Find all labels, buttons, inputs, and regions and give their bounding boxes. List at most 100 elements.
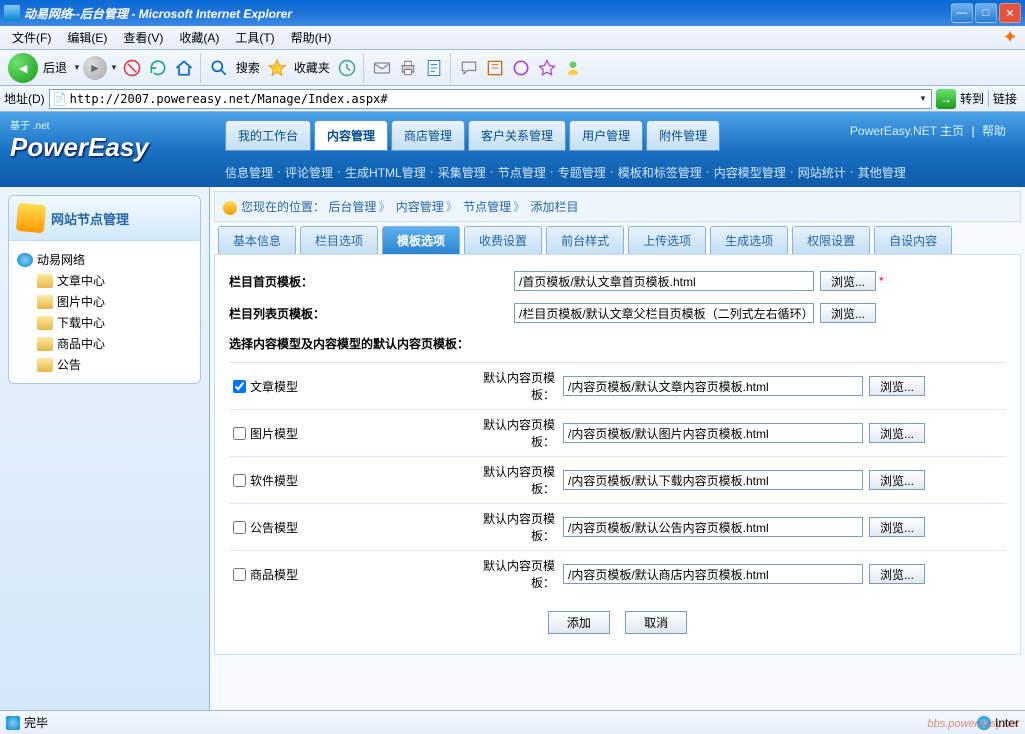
check-notice[interactable] [233, 521, 246, 534]
tree-item-article[interactable]: 文章中心 [17, 270, 192, 291]
refresh-button[interactable] [146, 56, 170, 80]
app-header: 基于 .net PowerEasy PowerEasy.NET 主页 | 帮助 … [0, 112, 1025, 187]
minimize-button[interactable]: — [951, 3, 973, 23]
submit-button[interactable]: 添加 [548, 611, 610, 634]
ctab-generate[interactable]: 生成选项 [710, 226, 788, 254]
menu-tools[interactable]: 工具(T) [227, 27, 282, 48]
history-button[interactable] [335, 56, 359, 80]
subnav-model[interactable]: 内容模型管理 [714, 164, 786, 181]
crumb-1[interactable]: 内容管理 [396, 200, 444, 214]
menu-file[interactable]: 文件(F) [4, 27, 59, 48]
location-icon [223, 201, 237, 215]
ctab-charge[interactable]: 收费设置 [464, 226, 542, 254]
check-software[interactable] [233, 474, 246, 487]
check-product[interactable] [233, 568, 246, 581]
browse-notice-button[interactable]: 浏览... [869, 517, 925, 537]
mail-button[interactable] [370, 56, 394, 80]
address-input-wrap[interactable]: 📄 ▼ [49, 89, 932, 109]
input-article-template[interactable] [563, 376, 863, 396]
ctab-basic[interactable]: 基本信息 [218, 226, 296, 254]
research-button[interactable] [483, 56, 507, 80]
forward-button[interactable]: ► [83, 56, 107, 80]
tab-workspace[interactable]: 我的工作台 [225, 120, 311, 151]
input-product-template[interactable] [563, 564, 863, 584]
required-mark: * [879, 274, 884, 288]
cancel-button[interactable]: 取消 [625, 611, 687, 634]
input-index-template[interactable] [514, 271, 814, 291]
subnav-template[interactable]: 模板和标签管理 [618, 164, 702, 181]
tab-user-mgmt[interactable]: 用户管理 [569, 120, 643, 151]
address-input[interactable] [70, 92, 914, 106]
menu-favorites[interactable]: 收藏(A) [171, 27, 227, 48]
input-image-template[interactable] [563, 423, 863, 443]
main-panel: 您现在的位置： 后台管理》 内容管理》 节点管理》 添加栏目 基本信息 栏目选项… [210, 187, 1025, 710]
label-default-0: 默认内容页模板： [463, 369, 563, 403]
menu-edit[interactable]: 编辑(E) [59, 27, 115, 48]
folder-icon [37, 316, 53, 330]
print-button[interactable] [396, 56, 420, 80]
address-dropdown[interactable]: ▼ [915, 94, 931, 103]
links-label[interactable]: 链接 [988, 90, 1021, 107]
main-tabs: 我的工作台 内容管理 商店管理 客户关系管理 用户管理 附件管理 [225, 120, 720, 151]
search-label[interactable]: 搜索 [236, 59, 260, 76]
tab-attach-mgmt[interactable]: 附件管理 [646, 120, 720, 151]
input-software-template[interactable] [563, 470, 863, 490]
go-button[interactable]: → [936, 89, 956, 109]
input-list-template[interactable] [514, 303, 814, 323]
favorites-label[interactable]: 收藏夹 [294, 59, 330, 76]
forward-dropdown[interactable]: ▼ [110, 63, 118, 72]
crumb-0[interactable]: 后台管理 [328, 200, 376, 214]
favorites-icon[interactable] [265, 56, 289, 80]
edit-button[interactable] [422, 56, 446, 80]
ctab-custom[interactable]: 自设内容 [874, 226, 952, 254]
browse-article-button[interactable]: 浏览... [869, 376, 925, 396]
ctab-upload[interactable]: 上传选项 [628, 226, 706, 254]
check-image[interactable] [233, 427, 246, 440]
home-button[interactable] [172, 56, 196, 80]
subnav-collect[interactable]: 采集管理 [438, 164, 486, 181]
menu-view[interactable]: 查看(V) [115, 27, 171, 48]
browse-image-button[interactable]: 浏览... [869, 423, 925, 443]
link-help[interactable]: 帮助 [982, 124, 1006, 138]
ctab-column[interactable]: 栏目选项 [300, 226, 378, 254]
ctab-front[interactable]: 前台样式 [546, 226, 624, 254]
crumb-2[interactable]: 节点管理 [463, 200, 511, 214]
close-button[interactable]: ✕ [999, 3, 1021, 23]
check-article[interactable] [233, 380, 246, 393]
browse-list-button[interactable]: 浏览... [820, 303, 876, 323]
link-homepage[interactable]: PowerEasy.NET 主页 [850, 124, 964, 138]
ctab-permission[interactable]: 权限设置 [792, 226, 870, 254]
tab-shop-mgmt[interactable]: 商店管理 [391, 120, 465, 151]
subnav-stats[interactable]: 网站统计 [798, 164, 846, 181]
discuss-button[interactable] [457, 56, 481, 80]
menu-help[interactable]: 帮助(H) [283, 27, 340, 48]
tree-item-download[interactable]: 下载中心 [17, 312, 192, 333]
back-button[interactable]: ◄ [8, 53, 38, 83]
subnav-comment[interactable]: 评论管理 [285, 164, 333, 181]
subnav-node[interactable]: 节点管理 [498, 164, 546, 181]
subnav-html[interactable]: 生成HTML管理 [345, 164, 426, 181]
back-dropdown[interactable]: ▼ [73, 63, 81, 72]
tree-item-image[interactable]: 图片中心 [17, 291, 192, 312]
ctab-template[interactable]: 模板选项 [382, 226, 460, 254]
browse-software-button[interactable]: 浏览... [869, 470, 925, 490]
tab-crm[interactable]: 客户关系管理 [468, 120, 566, 151]
subnav-other[interactable]: 其他管理 [858, 164, 906, 181]
maximize-button[interactable]: □ [975, 3, 997, 23]
tool-button-1[interactable] [509, 56, 533, 80]
tree-item-product[interactable]: 商品中心 [17, 333, 192, 354]
subnav-topic[interactable]: 专题管理 [558, 164, 606, 181]
browse-product-button[interactable]: 浏览... [869, 564, 925, 584]
search-icon[interactable] [207, 56, 231, 80]
messenger-button[interactable] [561, 56, 585, 80]
globe-icon [17, 253, 33, 267]
stop-button[interactable] [120, 56, 144, 80]
tree-item-notice[interactable]: 公告 [17, 354, 192, 375]
input-notice-template[interactable] [563, 517, 863, 537]
browse-index-button[interactable]: 浏览... [820, 271, 876, 291]
subnav-info[interactable]: 信息管理 [225, 164, 273, 181]
tool-button-2[interactable] [535, 56, 559, 80]
tab-content-mgmt[interactable]: 内容管理 [314, 120, 388, 151]
internet-zone: Inter [977, 716, 1019, 730]
tree-root[interactable]: 动易网络 [17, 249, 192, 270]
